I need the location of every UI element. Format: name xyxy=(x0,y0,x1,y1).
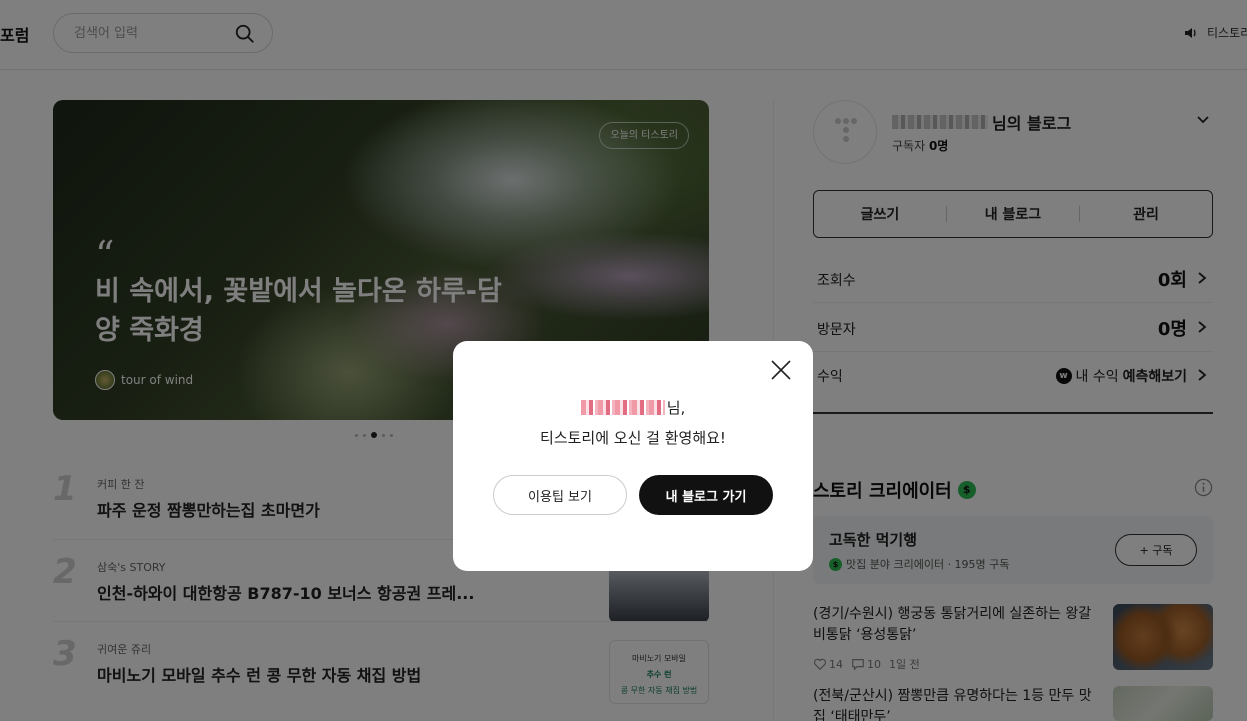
close-icon[interactable] xyxy=(770,359,792,381)
go-to-blog-button[interactable]: 내 블로그 가기 xyxy=(639,475,773,515)
modal-username: 님, xyxy=(453,397,813,418)
tips-button[interactable]: 이용팁 보기 xyxy=(493,475,627,515)
welcome-modal: 님, 티스토리에 오신 걸 환영해요! 이용팁 보기 내 블로그 가기 xyxy=(453,341,813,571)
modal-name-suffix: 님, xyxy=(666,399,686,417)
blurred-username xyxy=(580,400,665,415)
modal-message: 티스토리에 오신 걸 환영해요! xyxy=(540,429,726,447)
